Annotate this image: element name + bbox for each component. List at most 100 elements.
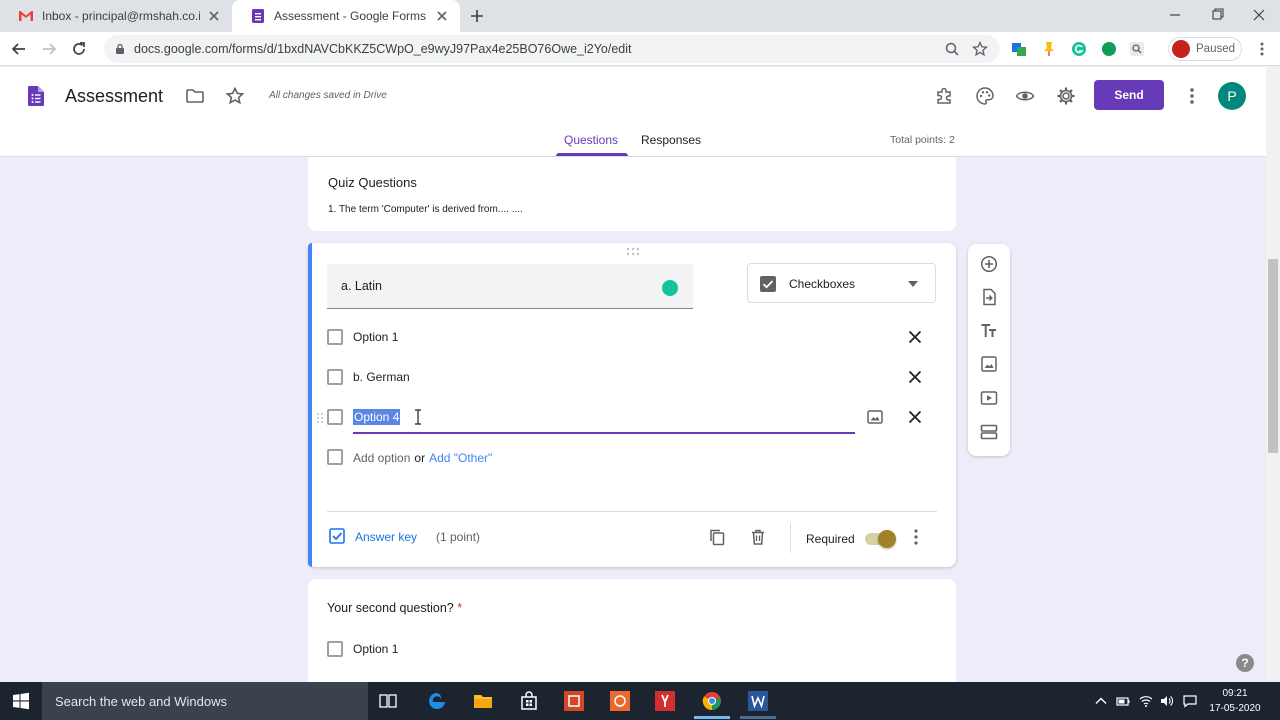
- point-value: (1 point): [436, 530, 481, 544]
- close-icon[interactable]: [206, 8, 222, 24]
- question-title-input[interactable]: a. Latin: [327, 264, 693, 309]
- drag-handle-icon[interactable]: [625, 247, 641, 257]
- question-card-active[interactable]: a. Latin Checkboxes Option 1 b. German O…: [308, 243, 956, 567]
- import-questions-icon[interactable]: [980, 288, 998, 306]
- question-card[interactable]: Your second question? * Option 1: [308, 579, 956, 689]
- minimize-icon[interactable]: [1166, 6, 1184, 24]
- avatar[interactable]: P: [1218, 82, 1246, 110]
- presentation-app-icon[interactable]: [609, 690, 631, 712]
- duplicate-icon[interactable]: [708, 528, 726, 546]
- settings-gear-icon[interactable]: [1056, 86, 1076, 106]
- question-type-dropdown[interactable]: Checkboxes: [747, 263, 936, 303]
- add-section-icon[interactable]: [980, 423, 998, 441]
- restore-icon[interactable]: [1208, 6, 1226, 24]
- search-extension-icon[interactable]: [1129, 41, 1145, 57]
- folder-icon[interactable]: [185, 86, 205, 106]
- scrollbar-thumb[interactable]: [1268, 259, 1278, 453]
- section-title[interactable]: Quiz Questions: [328, 175, 417, 190]
- url-text: docs.google.com/forms/d/1bxdNAVCbKKZ5CWp…: [134, 42, 632, 56]
- pin-extension-icon[interactable]: [1041, 41, 1057, 57]
- answer-key-button[interactable]: Answer key: [355, 530, 417, 544]
- taskbar-clock[interactable]: 09:21 17-05-2020: [1204, 686, 1266, 716]
- grammarly-extension-icon[interactable]: [1071, 41, 1087, 57]
- more-options-icon[interactable]: [1182, 86, 1202, 106]
- google-forms-logo-icon: [28, 86, 44, 106]
- add-video-icon[interactable]: [980, 389, 998, 407]
- tab-gmail[interactable]: Inbox - principal@rmshah.co.in -: [0, 0, 232, 32]
- forward-icon[interactable]: [40, 40, 58, 58]
- option-label[interactable]: b. German: [353, 370, 410, 384]
- grammarly-icon[interactable]: [662, 280, 678, 296]
- file-explorer-icon[interactable]: [472, 690, 494, 712]
- profile-paused-button[interactable]: Paused: [1168, 37, 1242, 61]
- avatar: [1172, 40, 1190, 58]
- zoom-icon[interactable]: [944, 41, 960, 57]
- address-bar[interactable]: docs.google.com/forms/d/1bxdNAVCbKKZ5CWp…: [104, 35, 1000, 63]
- list-item[interactable]: Option 1: [327, 325, 937, 349]
- browser-menu-icon[interactable]: [1254, 41, 1270, 57]
- window-close-icon[interactable]: [1250, 6, 1268, 24]
- add-question-icon[interactable]: [980, 255, 998, 273]
- chrome-icon[interactable]: [701, 690, 723, 712]
- translate-extension-icon[interactable]: [1011, 41, 1027, 57]
- reload-icon[interactable]: [70, 40, 88, 58]
- list-item[interactable]: b. German: [327, 365, 937, 389]
- bookmark-star-icon[interactable]: [972, 41, 988, 57]
- question-more-icon[interactable]: [908, 528, 924, 546]
- add-ons-icon[interactable]: [934, 86, 954, 106]
- yandex-browser-icon[interactable]: [654, 690, 676, 712]
- taskbar-search-box[interactable]: Search the web and Windows: [42, 682, 368, 720]
- palette-icon[interactable]: [975, 86, 995, 106]
- section-description[interactable]: 1. The term 'Computer' is derived from..…: [328, 204, 523, 215]
- answer-key-icon[interactable]: [329, 528, 345, 544]
- remove-option-icon[interactable]: [908, 330, 922, 344]
- or-text: or: [414, 451, 426, 465]
- battery-icon[interactable]: [1116, 694, 1130, 708]
- clock-date: 17-05-2020: [1209, 703, 1261, 714]
- form-title[interactable]: Assessment: [65, 86, 163, 107]
- active-app-indicator: [694, 716, 730, 719]
- wifi-icon[interactable]: [1139, 694, 1153, 708]
- option-drag-handle-icon[interactable]: [316, 412, 324, 424]
- powerpoint-icon[interactable]: [563, 690, 585, 712]
- delete-trash-icon[interactable]: [749, 528, 767, 546]
- tab-questions[interactable]: Questions: [564, 133, 618, 147]
- show-hidden-icons-icon[interactable]: [1094, 694, 1108, 708]
- option-checkbox: [327, 369, 343, 385]
- task-view-icon[interactable]: [378, 691, 398, 711]
- word-icon[interactable]: [747, 690, 769, 712]
- add-image-icon[interactable]: [980, 355, 998, 373]
- preview-eye-icon[interactable]: [1015, 86, 1035, 106]
- add-other-link[interactable]: Add "Other": [429, 451, 492, 465]
- question-title[interactable]: Your second question? *: [327, 601, 462, 615]
- section-card[interactable]: Quiz Questions 1. The term 'Computer' is…: [308, 157, 956, 231]
- back-icon[interactable]: [10, 40, 28, 58]
- required-label: Required: [806, 532, 855, 546]
- list-item[interactable]: Option 1: [327, 637, 627, 661]
- option-input-selected[interactable]: Option 4: [353, 409, 401, 425]
- status-extension-icon[interactable]: [1101, 41, 1117, 57]
- clock-time: 09:21: [1222, 688, 1248, 699]
- edge-browser-icon[interactable]: [426, 690, 448, 712]
- help-icon[interactable]: ?: [1236, 654, 1254, 672]
- add-title-description-icon[interactable]: [980, 322, 998, 340]
- new-tab-icon[interactable]: [468, 7, 486, 25]
- tab-google-forms[interactable]: Assessment - Google Forms: [232, 0, 460, 32]
- star-icon[interactable]: [225, 86, 245, 106]
- add-option-link[interactable]: Add option: [353, 451, 410, 465]
- option-label[interactable]: Option 1: [353, 330, 398, 344]
- remove-option-icon[interactable]: [908, 410, 922, 424]
- volume-icon[interactable]: [1160, 694, 1174, 708]
- lock-icon: [116, 43, 124, 54]
- tab-responses[interactable]: Responses: [641, 133, 701, 147]
- notifications-icon[interactable]: [1183, 694, 1197, 708]
- send-button[interactable]: Send: [1094, 80, 1164, 110]
- windows-start-icon[interactable]: [12, 692, 30, 710]
- question-type-label: Checkboxes: [789, 277, 856, 291]
- active-indicator-bar: [308, 243, 312, 567]
- close-icon[interactable]: [434, 8, 450, 24]
- required-toggle-knob[interactable]: [878, 530, 896, 548]
- store-icon[interactable]: [518, 690, 540, 712]
- add-image-icon[interactable]: [867, 409, 883, 425]
- remove-option-icon[interactable]: [908, 370, 922, 384]
